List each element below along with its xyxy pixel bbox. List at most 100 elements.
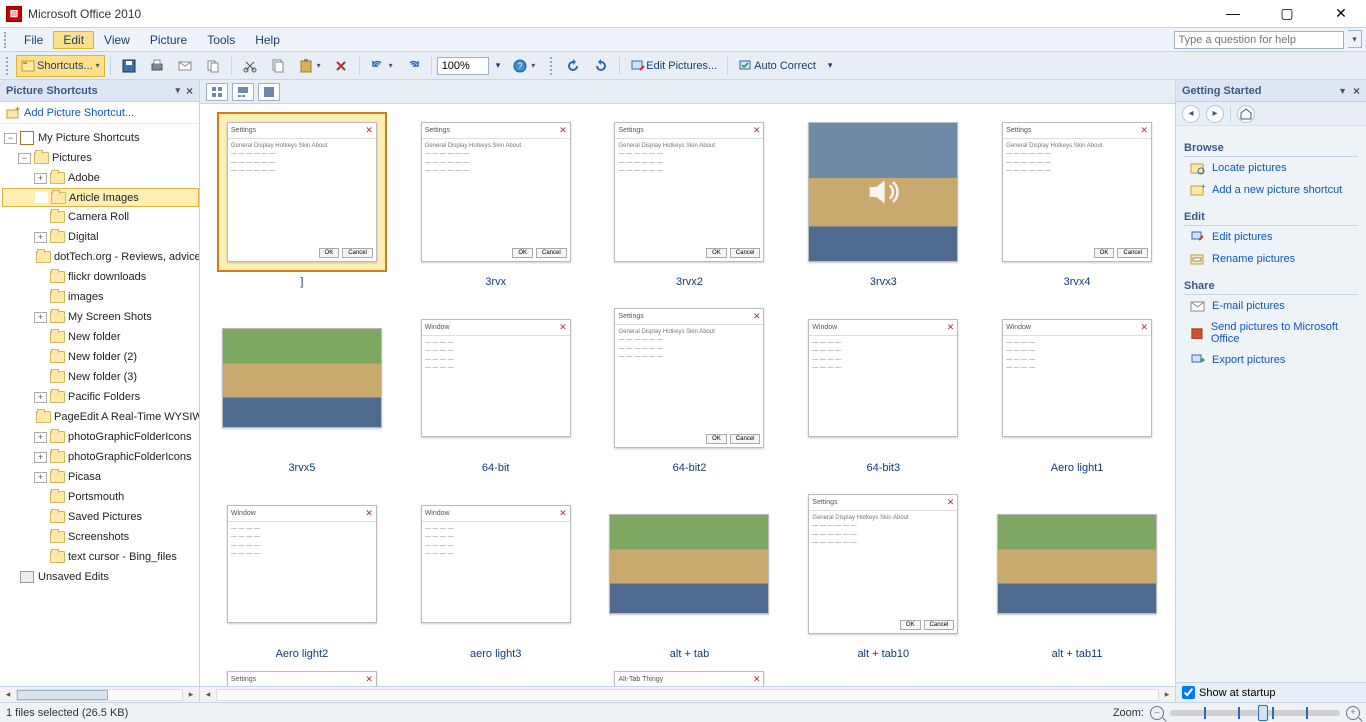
tree-item[interactable]: −Pictures [2, 148, 199, 168]
thumbnail[interactable]: 3rvx3 [793, 112, 973, 288]
help-button[interactable]: ? [507, 55, 540, 77]
tree-item[interactable]: New folder [2, 327, 199, 347]
tree-item[interactable]: dotTech.org - Reviews, advice [2, 247, 199, 267]
thumbnail[interactable]: Settings✕General Display Hotkeys Skin Ab… [600, 298, 780, 474]
thumbnail[interactable]: alt + tab [600, 484, 780, 660]
link-export-pictures[interactable]: Export pictures [1184, 349, 1358, 371]
view-filmstrip-button[interactable] [232, 83, 254, 101]
link-rename-pictures[interactable]: Rename pictures [1184, 248, 1358, 270]
mail-button[interactable] [172, 55, 198, 77]
menu-file[interactable]: File [14, 31, 53, 49]
redo-button[interactable] [400, 55, 426, 77]
window-maximize-button[interactable]: ▢ [1272, 5, 1302, 22]
left-panel-dropdown[interactable]: ▾ [175, 85, 180, 96]
menu-picture[interactable]: Picture [140, 31, 197, 49]
thumbnail[interactable]: Window✕— — — —— — — —— — — —— — — —aero … [406, 484, 586, 660]
tree-item[interactable]: +My Screen Shots [2, 307, 199, 327]
menu-view[interactable]: View [94, 31, 140, 49]
link-locate-pictures[interactable]: Locate pictures [1184, 157, 1358, 179]
nav-forward-button[interactable]: ▸ [1206, 105, 1224, 123]
zoom-out-button[interactable] [1150, 706, 1164, 720]
left-panel-close[interactable]: × [186, 84, 193, 98]
scroll-left-icon[interactable]: ◂ [0, 689, 16, 700]
scroll-thumb[interactable] [17, 690, 108, 700]
toolbar-overflow[interactable]: ▾ [823, 55, 838, 77]
menu-tools[interactable]: Tools [197, 31, 245, 49]
toolbar-grip-2[interactable] [550, 57, 556, 75]
tree-item[interactable]: +photoGraphicFolderIcons [2, 427, 199, 447]
link-email-pictures[interactable]: E-mail pictures [1184, 295, 1358, 317]
zoom-slider-thumb[interactable] [1258, 705, 1268, 721]
save-button[interactable] [116, 55, 142, 77]
thumbnail[interactable]: Window✕— — — —— — — —— — — —— — — —64-bi… [406, 298, 586, 474]
auto-correct-button[interactable]: Auto Correct [733, 55, 821, 77]
right-panel-close[interactable]: × [1353, 84, 1360, 98]
menu-help[interactable]: Help [245, 31, 290, 49]
thumbnail[interactable]: alt + tab11 [987, 484, 1167, 660]
window-close-button[interactable]: ✕ [1326, 5, 1356, 22]
delete-button[interactable] [328, 55, 354, 77]
tree-item[interactable]: Portsmouth [2, 487, 199, 507]
tree-item[interactable]: Camera Roll [2, 207, 199, 227]
zoom-dropdown[interactable]: ▾ [491, 55, 506, 77]
thumbnail[interactable]: Settings✕General Display Hotkeys Skin Ab… [406, 112, 586, 288]
tree-item[interactable]: +Digital [2, 227, 199, 247]
thumbnail[interactable]: Window✕— — — —— — — —— — — —— — — —Aero … [212, 484, 392, 660]
zoom-slider[interactable] [1170, 710, 1340, 716]
nav-home-button[interactable] [1237, 105, 1255, 123]
tree-root[interactable]: − My Picture Shortcuts [2, 128, 199, 148]
copy2-button[interactable] [265, 55, 291, 77]
window-minimize-button[interactable]: — [1218, 5, 1248, 22]
tree-item[interactable]: +photoGraphicFolderIcons [2, 447, 199, 467]
edit-pictures-button[interactable]: Edit Pictures... [625, 55, 722, 77]
thumbnail[interactable]: Settings✕General Display Hotkeys Skin Ab… [793, 484, 973, 660]
undo-button[interactable] [365, 55, 398, 77]
thumbnail[interactable]: Window✕— — — —— — — —— — — —— — — —Aero … [987, 298, 1167, 474]
add-picture-shortcut[interactable]: + Add Picture Shortcut... [0, 102, 199, 124]
tree-unsaved-edits[interactable]: Unsaved Edits [2, 567, 199, 587]
rotate-right-button[interactable] [588, 55, 614, 77]
show-at-startup-checkbox[interactable] [1182, 686, 1195, 699]
tree-item[interactable]: PageEdit A Real-Time WYSIWYG [2, 407, 199, 427]
right-panel-dropdown[interactable]: ▼ [1338, 86, 1347, 96]
menubar-grip[interactable] [4, 32, 10, 48]
link-edit-pictures[interactable]: Edit pictures [1184, 226, 1358, 248]
copy-button[interactable] [200, 55, 226, 77]
tree-item[interactable]: +Pacific Folders [2, 387, 199, 407]
tree-item[interactable]: flickr downloads [2, 267, 199, 287]
show-at-startup[interactable]: Show at startup [1176, 682, 1366, 702]
left-hscrollbar[interactable]: ◂ ▸ [0, 686, 199, 702]
help-search-input[interactable] [1174, 31, 1344, 49]
menu-edit[interactable]: Edit [53, 31, 94, 49]
tree-item[interactable]: text cursor - Bing_files [2, 547, 199, 567]
tree-item[interactable]: New folder (3) [2, 367, 199, 387]
help-search-dropdown[interactable]: ▾ [1348, 30, 1362, 48]
thumbnail[interactable]: Settings✕General Display Hotkeys Skin Ab… [600, 112, 780, 288]
thumbnail-scroll[interactable]: Settings✕General Display Hotkeys Skin Ab… [200, 104, 1175, 686]
center-hscrollbar[interactable]: ◂ ▸ [200, 686, 1175, 702]
thumbnail[interactable]: 3rvx5 [212, 298, 392, 474]
thumbnail[interactable]: Settings✕General Display Hotkeys Skin Ab… [212, 112, 392, 288]
tree-item[interactable]: +Adobe [2, 168, 199, 188]
cut-button[interactable] [237, 55, 263, 77]
scroll-right-icon[interactable]: ▸ [183, 689, 199, 700]
rotate-left-button[interactable] [560, 55, 586, 77]
nav-back-button[interactable]: ◂ [1182, 105, 1200, 123]
paste-button[interactable] [293, 55, 326, 77]
link-send-to-office[interactable]: Send pictures to Microsoft Office [1184, 317, 1358, 349]
tree-item[interactable]: +Picasa [2, 467, 199, 487]
thumbnail[interactable]: Window✕— — — —— — — —— — — —— — — —64-bi… [793, 298, 973, 474]
view-single-button[interactable] [258, 83, 280, 101]
tree-item[interactable]: Article Images [2, 188, 199, 207]
tree-item[interactable]: Screenshots [2, 527, 199, 547]
tree-item[interactable]: images [2, 287, 199, 307]
center-scroll-left-icon[interactable]: ◂ [200, 689, 216, 700]
tree-item[interactable]: New folder (2) [2, 347, 199, 367]
view-thumbnails-button[interactable] [206, 83, 228, 101]
zoom-input[interactable] [437, 57, 489, 75]
zoom-in-button[interactable] [1346, 706, 1360, 720]
toolbar-grip-1[interactable] [6, 57, 12, 75]
link-add-picture-shortcut[interactable]: +Add a new picture shortcut [1184, 179, 1358, 201]
shortcuts-button[interactable]: Shortcuts... [16, 55, 105, 77]
thumbnail[interactable]: Settings✕General Display Hotkeys Skin Ab… [987, 112, 1167, 288]
